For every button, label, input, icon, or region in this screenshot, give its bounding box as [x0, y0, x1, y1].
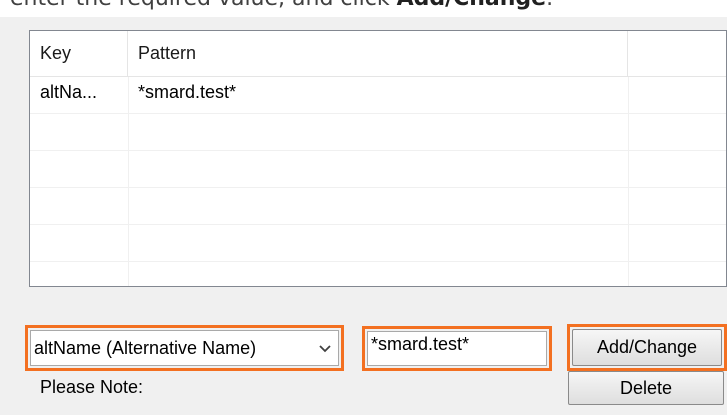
column-header-filler	[628, 31, 726, 76]
list-header: Key Pattern	[30, 31, 726, 77]
delete-button[interactable]: Delete	[568, 371, 724, 405]
row-key-cell	[30, 151, 128, 187]
table-row[interactable]	[30, 262, 726, 286]
column-header-key[interactable]: Key	[30, 31, 128, 76]
table-row[interactable]	[30, 114, 726, 151]
row-key-cell	[30, 188, 128, 224]
instruction-text: enter the required value, and click Add/…	[10, 0, 553, 11]
row-pattern-cell	[128, 114, 628, 150]
table-row[interactable]	[30, 188, 726, 225]
table-row[interactable]	[30, 225, 726, 262]
row-pattern-cell	[128, 225, 628, 261]
row-pattern-cell	[128, 151, 628, 187]
row-pattern-cell	[128, 262, 628, 286]
row-pattern-cell	[128, 188, 628, 224]
table-row[interactable]	[30, 151, 726, 188]
row-key-cell	[30, 225, 128, 261]
instruction-prefix: enter the required value, and click	[10, 0, 397, 11]
row-key-cell	[30, 114, 128, 150]
row-key-cell	[30, 262, 128, 286]
pattern-input-highlight	[362, 326, 552, 371]
instruction-bold: Add/Change	[397, 0, 547, 11]
please-note-label: Please Note:	[40, 377, 144, 397]
row-key-cell: altNa...	[40, 82, 98, 102]
key-select-highlight	[25, 325, 344, 371]
add-change-highlight	[567, 324, 727, 371]
row-pattern-cell: *smard.test*	[138, 82, 237, 102]
instruction-suffix: .	[546, 0, 553, 11]
dialog-panel: Key Pattern altNa... *smard.test* altNam…	[0, 17, 727, 415]
pattern-list[interactable]: Key Pattern altNa... *smard.test*	[29, 30, 727, 287]
column-header-pattern[interactable]: Pattern	[128, 31, 628, 76]
table-row[interactable]: altNa... *smard.test*	[30, 77, 726, 114]
